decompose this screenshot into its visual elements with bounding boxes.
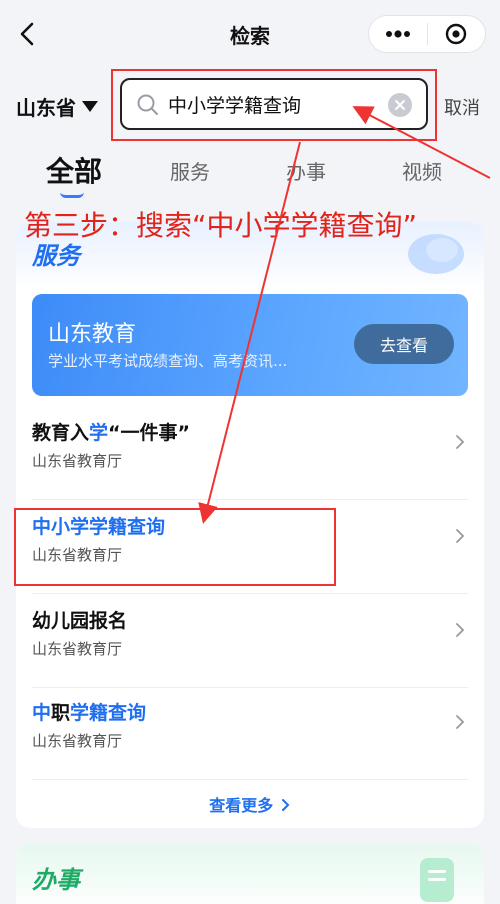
affairs-heading: 办事	[32, 866, 80, 894]
caret-down-icon	[82, 101, 98, 112]
item-name-highlight: 学	[89, 422, 109, 444]
chevron-right-icon	[456, 529, 465, 543]
view-more-label: 查看更多	[209, 796, 274, 815]
item-name-highlight: 学籍查询	[70, 702, 147, 724]
divider	[32, 499, 468, 500]
tab-active-indicator	[60, 192, 84, 198]
more-dots-icon	[385, 30, 410, 38]
chevron-right-icon	[281, 799, 290, 811]
list-item[interactable]: 幼儿园报名 山东省教育厅	[16, 596, 484, 688]
item-name-highlight: 中	[32, 702, 52, 724]
banner-subtitle: 学业水平考试成绩查询、高考资讯...	[48, 352, 288, 370]
view-more-link[interactable]: 查看更多	[16, 792, 484, 816]
service-card: 服务 山东教育 学业水平考试成绩查询、高考资讯... 去查看 教育入学“一件事”…	[16, 222, 484, 828]
search-input[interactable]	[168, 90, 378, 118]
tab-affairs[interactable]: 办事	[286, 156, 326, 185]
affairs-decoration-icon	[420, 858, 454, 902]
search-icon	[137, 94, 158, 115]
chevron-right-icon	[456, 435, 465, 449]
mini-program-capsule	[368, 15, 486, 53]
search-box[interactable]	[120, 78, 428, 130]
list-item[interactable]: 教育入学“一件事” 山东省教育厅	[16, 408, 484, 500]
shandong-education-banner[interactable]: 山东教育 学业水平考试成绩查询、高考资讯... 去查看	[32, 294, 468, 396]
target-close-icon	[446, 23, 467, 45]
province-label: 山东省	[16, 96, 76, 120]
item-org: 山东省教育厅	[32, 546, 123, 564]
banner-title: 山东教育	[48, 322, 137, 347]
item-org: 山东省教育厅	[32, 452, 123, 470]
cancel-button[interactable]: 取消	[444, 94, 480, 120]
tab-service[interactable]: 服务	[170, 156, 210, 185]
item-name: 教育入学“一件事”	[32, 418, 190, 445]
step-annotation: 第三步：搜索“中小学学籍查询”	[24, 209, 418, 242]
item-org: 山东省教育厅	[32, 732, 123, 750]
tab-all[interactable]: 全部	[46, 150, 102, 190]
item-name-part: 幼儿园报名	[32, 610, 128, 632]
item-name-part: “一件事”	[108, 422, 191, 444]
divider	[32, 779, 468, 780]
go-view-button[interactable]: 去查看	[354, 324, 454, 364]
clear-search-button[interactable]	[388, 93, 412, 117]
item-name: 幼儿园报名	[32, 606, 127, 633]
province-selector[interactable]: 山东省	[16, 92, 98, 121]
chevron-right-icon	[456, 623, 465, 637]
item-name: 中职学籍查询	[32, 698, 146, 725]
tab-video[interactable]: 视频	[402, 156, 442, 185]
item-name: 中小学学籍查询	[32, 512, 165, 539]
clear-x-icon	[395, 100, 405, 110]
item-name-highlight: 中小学学籍查询	[32, 516, 166, 538]
chevron-right-icon	[456, 715, 465, 729]
tab-bar: 全部 服务 办事 视频	[0, 155, 500, 200]
item-name-part: 职	[51, 702, 71, 724]
affairs-card: 办事	[16, 844, 484, 904]
more-button[interactable]	[369, 16, 427, 52]
close-miniprogram-button[interactable]	[428, 16, 486, 52]
item-name-part: 教育入	[32, 422, 90, 444]
top-bar: 检索	[0, 0, 500, 68]
divider	[32, 593, 468, 594]
list-item[interactable]: 中职学籍查询 山东省教育厅	[16, 688, 484, 780]
list-item[interactable]: 中小学学籍查询 山东省教育厅	[16, 502, 484, 594]
item-org: 山东省教育厅	[32, 640, 123, 658]
